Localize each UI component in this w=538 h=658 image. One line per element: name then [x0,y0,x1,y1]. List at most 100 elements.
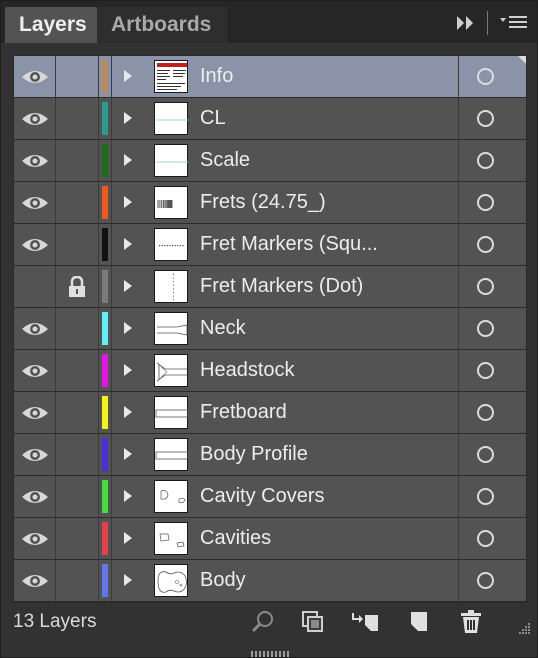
expand-arrow-icon[interactable] [120,234,136,254]
eye-icon[interactable] [21,319,49,339]
target-circle-icon[interactable] [477,572,494,589]
target-circle-icon[interactable] [477,194,494,211]
visibility-toggle[interactable] [14,182,56,223]
expand-arrow-icon[interactable] [120,528,136,548]
layer-name[interactable]: Cavities [200,518,271,559]
visibility-toggle[interactable] [14,560,56,601]
layer-name[interactable]: Fret Markers (Squ... [200,224,378,265]
visibility-toggle[interactable] [14,266,56,307]
lock-toggle[interactable] [57,434,99,475]
layer-name[interactable]: Neck [200,308,246,349]
layer-row[interactable]: Frets (24.75_) [14,182,526,224]
expand-arrow-icon[interactable] [120,444,136,464]
lock-toggle[interactable] [57,98,99,139]
lock-toggle[interactable] [57,518,99,559]
lock-icon[interactable] [68,275,86,298]
eye-icon[interactable] [21,235,49,255]
expand-arrow-icon[interactable] [120,150,136,170]
panel-menu-icon[interactable] [499,13,529,39]
layer-row[interactable]: CL [14,98,526,140]
lock-toggle[interactable] [57,224,99,265]
make-clipping-mask-icon[interactable] [299,609,327,635]
lock-toggle[interactable] [57,476,99,517]
double-chevron-right-icon[interactable] [455,13,477,39]
tab-layers[interactable]: Layers [5,7,97,43]
expand-arrow-icon[interactable] [120,318,136,338]
layer-row[interactable]: Headstock [14,350,526,392]
eye-icon[interactable] [21,361,49,381]
expand-arrow-icon[interactable] [120,570,136,590]
expand-arrow-icon[interactable] [120,66,136,86]
layer-row[interactable]: Cavity Covers [14,476,526,518]
layer-name[interactable]: Headstock [200,350,295,391]
target-circle-icon[interactable] [477,68,494,85]
delete-layer-icon[interactable] [457,609,485,635]
layer-row[interactable]: Cavities [14,518,526,560]
layer-row[interactable]: Neck [14,308,526,350]
create-sublayer-icon[interactable] [351,609,379,635]
layer-row[interactable]: Fretboard [14,392,526,434]
lock-toggle[interactable] [57,560,99,601]
expand-arrow-icon[interactable] [120,402,136,422]
layer-name[interactable]: Fret Markers (Dot) [200,266,363,307]
layer-name[interactable]: Frets (24.75_) [200,182,326,223]
layer-name[interactable]: CL [200,98,226,139]
expand-arrow-icon[interactable] [120,486,136,506]
target-circle-icon[interactable] [477,236,494,253]
lock-toggle[interactable] [57,182,99,223]
layer-name[interactable]: Scale [200,140,250,181]
layer-name[interactable]: Fretboard [200,392,287,433]
tab-artboards[interactable]: Artboards [97,7,229,43]
target-circle-icon[interactable] [477,404,494,421]
lock-toggle[interactable] [57,56,99,97]
layer-row[interactable]: Body Profile [14,434,526,476]
layer-row[interactable]: Fret Markers (Squ... [14,224,526,266]
create-new-layer-icon[interactable] [405,609,433,635]
lock-toggle[interactable] [57,308,99,349]
layer-row[interactable]: Info [14,56,526,98]
visibility-toggle[interactable] [14,56,56,97]
target-circle-icon[interactable] [477,152,494,169]
layer-name[interactable]: Cavity Covers [200,476,324,517]
expand-arrow-icon[interactable] [120,192,136,212]
eye-icon[interactable] [21,403,49,423]
eye-icon[interactable] [21,487,49,507]
layer-row[interactable]: Body [14,560,526,602]
target-circle-icon[interactable] [477,110,494,127]
target-circle-icon[interactable] [477,278,494,295]
resize-grip-icon[interactable] [517,621,531,635]
target-circle-icon[interactable] [477,446,494,463]
target-circle-icon[interactable] [477,530,494,547]
visibility-toggle[interactable] [14,392,56,433]
lock-toggle[interactable] [57,392,99,433]
visibility-toggle[interactable] [14,98,56,139]
expand-arrow-icon[interactable] [120,276,136,296]
layer-row[interactable]: Scale [14,140,526,182]
layer-name[interactable]: Body [200,560,246,601]
layer-name[interactable]: Info [200,56,233,97]
eye-icon[interactable] [21,151,49,171]
visibility-toggle[interactable] [14,434,56,475]
target-circle-icon[interactable] [477,320,494,337]
target-circle-icon[interactable] [477,362,494,379]
layer-row[interactable]: Fret Markers (Dot) [14,266,526,308]
visibility-toggle[interactable] [14,518,56,559]
eye-icon[interactable] [21,571,49,591]
lock-toggle[interactable] [57,350,99,391]
panel-drag-handle[interactable] [251,645,291,657]
visibility-toggle[interactable] [14,350,56,391]
layer-name[interactable]: Body Profile [200,434,308,475]
visibility-toggle[interactable] [14,476,56,517]
eye-icon[interactable] [21,67,49,87]
target-circle-icon[interactable] [477,488,494,505]
expand-arrow-icon[interactable] [120,360,136,380]
eye-icon[interactable] [21,193,49,213]
expand-arrow-icon[interactable] [120,108,136,128]
lock-toggle[interactable] [57,140,99,181]
eye-icon[interactable] [21,109,49,129]
visibility-toggle[interactable] [14,224,56,265]
visibility-toggle[interactable] [14,140,56,181]
locate-object-icon[interactable] [249,609,277,635]
eye-icon[interactable] [21,445,49,465]
eye-icon[interactable] [21,529,49,549]
